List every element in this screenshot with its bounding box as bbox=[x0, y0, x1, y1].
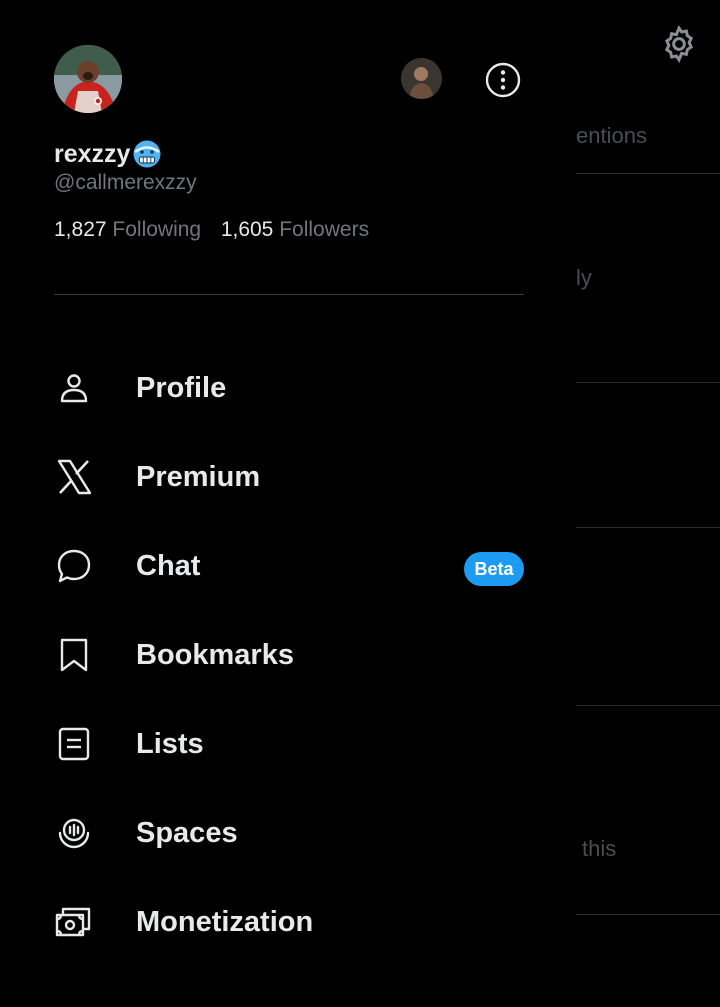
menu-item-monetization[interactable]: Monetization bbox=[54, 892, 524, 952]
background-tab-mentions: entions bbox=[576, 123, 647, 148]
menu-item-spaces[interactable]: Spaces bbox=[54, 803, 524, 863]
menu-label-monetization: Monetization bbox=[136, 905, 314, 938]
spaces-icon bbox=[54, 813, 94, 853]
menu-label-bookmarks: Bookmarks bbox=[136, 638, 294, 671]
menu-item-bookmarks[interactable]: Bookmarks bbox=[54, 625, 524, 685]
following-link[interactable]: 1,827 Following bbox=[54, 218, 207, 241]
more-options-icon[interactable] bbox=[485, 62, 521, 98]
chat-bubble-icon bbox=[54, 546, 94, 586]
menu-label-profile: Profile bbox=[136, 371, 227, 404]
money-icon bbox=[54, 902, 94, 942]
menu-item-lists[interactable]: Lists bbox=[54, 714, 524, 774]
background-text: this bbox=[582, 836, 617, 861]
profile-handle: @callmerexzzy bbox=[54, 171, 197, 194]
bookmark-icon bbox=[54, 635, 94, 675]
navigation-drawer: rexzzy @callmerexzzy 1,827 Following 1,6… bbox=[0, 0, 576, 1007]
profile-name: rexzzy bbox=[54, 139, 131, 168]
profile-avatar[interactable] bbox=[54, 45, 122, 113]
person-icon bbox=[54, 368, 94, 408]
followers-label: Followers bbox=[279, 218, 370, 241]
beta-badge: Beta bbox=[464, 552, 524, 586]
menu-label-spaces: Spaces bbox=[136, 816, 238, 849]
switch-account-avatar[interactable] bbox=[401, 58, 442, 99]
followers-link[interactable]: 1,605 Followers bbox=[221, 218, 369, 241]
background-divider bbox=[576, 173, 720, 174]
background-divider bbox=[576, 527, 720, 528]
following-count: 1,827 bbox=[54, 218, 107, 241]
background-divider bbox=[576, 705, 720, 706]
followers-count: 1,605 bbox=[220, 218, 274, 241]
menu-item-chat[interactable]: Chat Beta bbox=[54, 536, 524, 596]
following-label: Following bbox=[112, 218, 202, 241]
menu-item-premium[interactable]: Premium bbox=[54, 447, 524, 507]
settings-gear-icon[interactable] bbox=[659, 24, 699, 64]
background-divider bbox=[576, 382, 720, 383]
cold-face-emoji-icon bbox=[133, 140, 161, 168]
background-text: ly bbox=[576, 265, 592, 290]
drawer-divider bbox=[54, 294, 524, 295]
list-icon bbox=[54, 724, 94, 764]
x-logo-icon bbox=[54, 457, 94, 497]
background-divider bbox=[576, 914, 720, 915]
menu-label-premium: Premium bbox=[136, 460, 261, 493]
menu-label-chat: Chat bbox=[136, 549, 201, 582]
follow-stats: 1,827 Following 1,605 Followers bbox=[54, 218, 369, 242]
menu-item-profile[interactable]: Profile bbox=[54, 358, 524, 418]
menu-label-lists: Lists bbox=[136, 727, 204, 760]
profile-name-row[interactable]: rexzzy bbox=[54, 139, 162, 169]
